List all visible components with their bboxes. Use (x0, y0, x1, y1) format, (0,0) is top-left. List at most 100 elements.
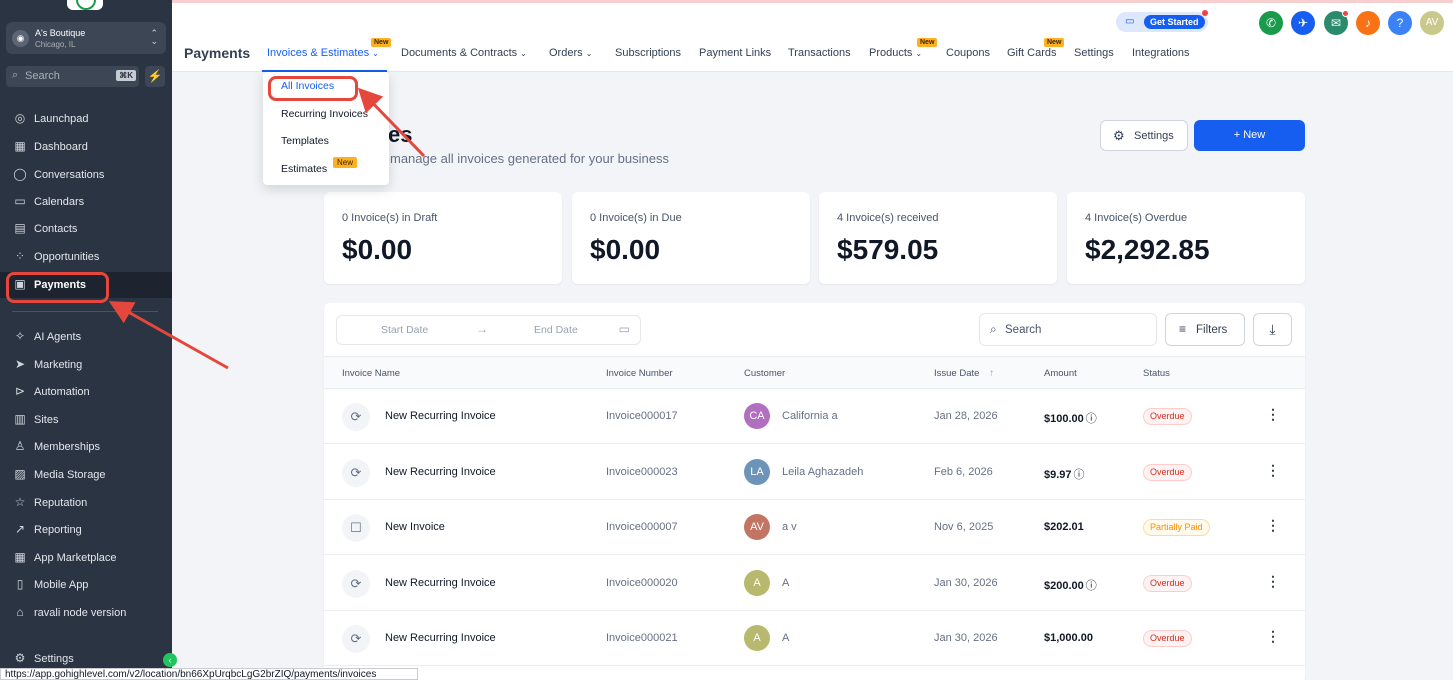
tab-invoices-estimates[interactable]: Invoices & Estimates ⌄ (267, 47, 379, 59)
more-options-icon[interactable]: ⋮ (1266, 573, 1280, 590)
new-invoice-button[interactable]: + New (1194, 120, 1305, 151)
image-icon: ▨ (14, 467, 26, 481)
tab-documents-contracts[interactable]: Documents & Contracts ⌄ (401, 47, 527, 59)
table-row[interactable]: ⟳ New Recurring Invoice Invoice000021 A A Jan… (324, 611, 1305, 666)
filters-label: Filters (1196, 324, 1228, 336)
amount: $200.00 ⓘ (1044, 577, 1097, 593)
customer-name: Leila Aghazadeh (782, 465, 864, 478)
invoice-name[interactable]: New Recurring Invoice (385, 577, 496, 589)
get-started-pill[interactable]: ▭ Get Started (1116, 10, 1208, 32)
sidebar-item-mobile-app[interactable]: ▯ Mobile App (0, 572, 172, 598)
new-button-label: New (1243, 129, 1266, 141)
menu-item-estimates[interactable]: Estimates (281, 163, 327, 175)
stat-card-received: 4 Invoice(s) received $579.05 (819, 192, 1057, 284)
phone-icon[interactable]: ✆ (1259, 11, 1283, 35)
info-icon[interactable]: ⓘ (1074, 469, 1085, 481)
menu-item-recurring-invoices[interactable]: Recurring Invoices (281, 108, 368, 120)
trend-icon: ↗ (14, 522, 26, 536)
tab-label: Gift Cards (1007, 47, 1057, 59)
collapse-sidebar-icon[interactable]: ‹ (163, 653, 177, 667)
invoice-name[interactable]: New Recurring Invoice (385, 466, 496, 478)
info-icon[interactable]: ⓘ (1086, 580, 1097, 592)
automation-icon: ⊳ (14, 384, 26, 398)
col-customer[interactable]: Customer (744, 368, 785, 379)
sidebar-item-calendars[interactable]: ▭ Calendars (0, 189, 172, 215)
stat-card-overdue: 4 Invoice(s) Overdue $2,292.85 (1067, 192, 1305, 284)
col-issue-date[interactable]: Issue Date ↑ (934, 368, 994, 379)
invoice-icon: ☐ (342, 514, 370, 542)
invoice-name[interactable]: New Recurring Invoice (385, 632, 496, 644)
help-icon[interactable]: ? (1388, 11, 1412, 35)
sidebar-item-contacts[interactable]: ▤ Contacts (0, 216, 172, 242)
megaphone-icon[interactable]: ✉ (1324, 10, 1349, 35)
more-options-icon[interactable]: ⋮ (1266, 462, 1280, 479)
sidebar-item-marketing[interactable]: ➤ Marketing (0, 352, 172, 378)
customer-avatar: AV (744, 514, 770, 540)
sidebar-search[interactable]: ⌕ Search ⌘K (6, 66, 139, 87)
sidebar-item-dashboard[interactable]: ▦ Dashboard (0, 134, 172, 160)
stat-label: 4 Invoice(s) Overdue (1085, 212, 1188, 224)
tab-orders[interactable]: Orders ⌄ (549, 47, 592, 59)
filters-button[interactable]: ≡ Filters (1165, 313, 1245, 346)
table-row[interactable]: ⟳ New Recurring Invoice Invoice000020 A A Jan… (324, 556, 1305, 611)
stat-value: $0.00 (342, 234, 413, 265)
tab-subscriptions[interactable]: Subscriptions (615, 47, 681, 59)
user-avatar[interactable]: AV (1420, 11, 1444, 35)
sidebar-item-reporting[interactable]: ↗ Reporting (0, 517, 172, 543)
invoice-name[interactable]: New Invoice (385, 521, 445, 533)
account-location: Chicago, IL (35, 40, 76, 49)
menu-item-templates[interactable]: Templates (281, 135, 329, 147)
sidebar-item-automation[interactable]: ⊳ Automation (0, 379, 172, 405)
star-icon: ☆ (14, 495, 26, 509)
sidebar-item-sites[interactable]: ▥ Sites (0, 407, 172, 433)
highlight-payments (6, 272, 109, 303)
get-started-button[interactable]: Get Started (1144, 15, 1205, 29)
sidebar-item-memberships[interactable]: ♙ Memberships (0, 434, 172, 460)
table-row[interactable]: ⟳ New Recurring Invoice Invoice000017 CA Cal… (324, 389, 1305, 444)
more-options-icon[interactable]: ⋮ (1266, 406, 1280, 423)
date-range-picker[interactable]: Start Date → End Date ▭ (336, 315, 641, 345)
grid-icon: ▦ (14, 550, 26, 564)
customer-avatar: CA (744, 403, 770, 429)
sidebar-item-ravali-node-version[interactable]: ⌂ ravali node version (0, 600, 172, 626)
sidebar-item-label: Reporting (34, 524, 82, 536)
amount: $1,000.00 (1044, 632, 1093, 644)
tab-coupons[interactable]: Coupons (946, 47, 990, 59)
sidebar-item-launchpad[interactable]: ◎ Launchpad (0, 106, 172, 132)
sidebar-item-reputation[interactable]: ☆ Reputation (0, 490, 172, 516)
tab-payment-links[interactable]: Payment Links (699, 47, 771, 59)
invoice-name[interactable]: New Recurring Invoice (385, 410, 496, 422)
col-invoice-number[interactable]: Invoice Number (606, 368, 673, 379)
col-invoice-name[interactable]: Invoice Name (342, 368, 400, 379)
sidebar-item-ai-agents[interactable]: ✧ AI Agents (0, 324, 172, 350)
tab-integrations[interactable]: Integrations (1132, 47, 1189, 59)
account-switcher[interactable]: ◉ A's Boutique Chicago, IL ⌃ ⌄ (6, 22, 166, 54)
tab-label: Integrations (1132, 47, 1190, 59)
sidebar-item-opportunities[interactable]: ⁘ Opportunities (0, 244, 172, 270)
more-options-icon[interactable]: ⋮ (1266, 628, 1280, 645)
sort-up-icon[interactable]: ↑ (989, 368, 994, 379)
col-status[interactable]: Status (1143, 368, 1170, 379)
sidebar-item-label: App Marketplace (34, 552, 117, 564)
col-amount[interactable]: Amount (1044, 368, 1077, 379)
sidebar-item-app-marketplace[interactable]: ▦ App Marketplace (0, 545, 172, 571)
tab-settings[interactable]: Settings (1074, 47, 1114, 59)
table-search-input[interactable]: ⌕ Search (979, 313, 1157, 346)
sidebar-item-label: Marketing (34, 359, 83, 371)
tab-products[interactable]: Products ⌄ (869, 47, 922, 59)
sidebar-item-media-storage[interactable]: ▨ Media Storage (0, 462, 172, 488)
quick-action-bolt-icon[interactable]: ⚡ (145, 66, 165, 87)
download-icon[interactable]: ⤓ (1253, 313, 1292, 346)
search-icon: ⌕ (990, 322, 997, 336)
settings-button[interactable]: ⚙ Settings (1100, 120, 1188, 151)
sidebar-item-conversations[interactable]: ◯ Conversations (0, 162, 172, 188)
table-row[interactable]: ☐ New Invoice Invoice000007 AV a v Nov 6, 202… (324, 500, 1305, 555)
info-icon[interactable]: ⓘ (1086, 413, 1097, 425)
tab-gift-cards[interactable]: Gift Cards (1007, 47, 1057, 59)
tab-transactions[interactable]: Transactions (788, 47, 851, 59)
table-row[interactable]: ⟳ New Recurring Invoice Invoice000023 LA Lei… (324, 445, 1305, 500)
bell-icon[interactable]: ♪ (1356, 11, 1380, 35)
more-options-icon[interactable]: ⋮ (1266, 517, 1280, 534)
amount-value: $200.00 (1044, 579, 1084, 592)
rocket-icon[interactable]: ✈ (1291, 11, 1315, 35)
